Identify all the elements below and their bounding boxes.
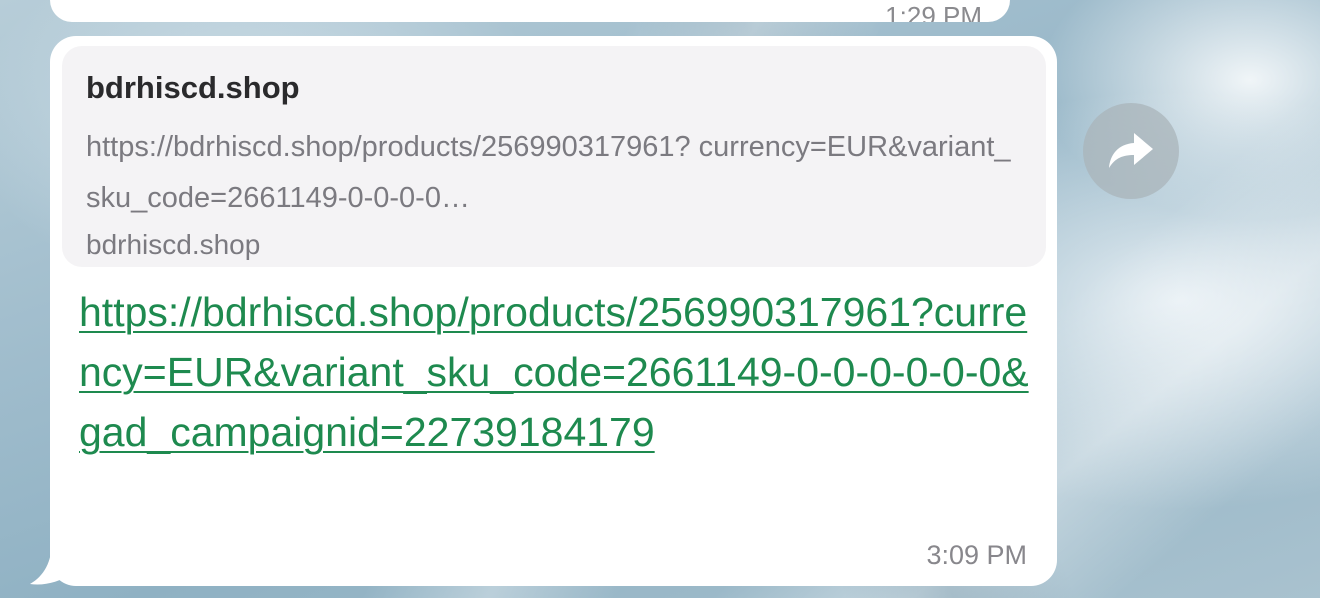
message-timestamp: 3:09 PM bbox=[926, 540, 1027, 570]
previous-message-bubble: 1:29 PM bbox=[50, 0, 1010, 22]
forward-button[interactable] bbox=[1083, 103, 1179, 199]
link-preview-card[interactable]: bdrhiscd.shop https://bdrhiscd.shop/prod… bbox=[62, 46, 1046, 267]
link-preview-domain: bdrhiscd.shop bbox=[86, 229, 261, 260]
message-link[interactable]: https://bdrhiscd.shop/products/256990317… bbox=[79, 282, 1029, 462]
link-preview-description: https://bdrhiscd.shop/products/256990317… bbox=[86, 131, 1011, 214]
forward-arrow-icon bbox=[1109, 133, 1153, 168]
link-preview-site-name: bdrhiscd.shop bbox=[86, 70, 300, 105]
previous-message-time: 1:29 PM bbox=[885, 1, 982, 22]
message-bubble[interactable]: bdrhiscd.shop https://bdrhiscd.shop/prod… bbox=[50, 36, 1057, 586]
